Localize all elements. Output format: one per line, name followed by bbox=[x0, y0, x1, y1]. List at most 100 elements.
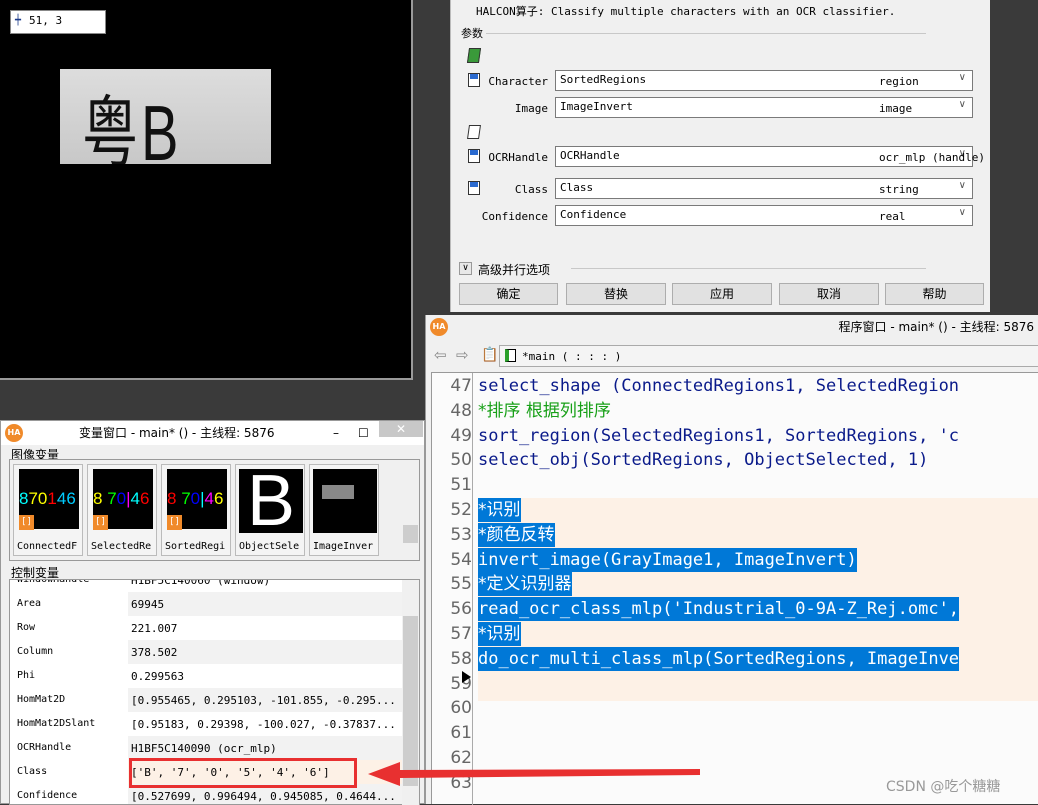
code-line[interactable]: *排序 根据列排序 bbox=[478, 399, 611, 423]
variable-value: 0.299563 bbox=[128, 664, 402, 688]
variable-row[interactable]: Area 69945 bbox=[10, 592, 402, 616]
operator-description: HALCON算子: Classify multiple characters w… bbox=[476, 5, 896, 18]
advanced-options-label: 高级并行选项 bbox=[478, 263, 551, 277]
line-number: 49 bbox=[450, 425, 472, 446]
param-label: Class bbox=[514, 183, 548, 196]
expand-toggle[interactable]: ∨ bbox=[459, 262, 472, 275]
variable-row[interactable]: WindowHandle H1BF5C140060 (window) bbox=[10, 579, 402, 592]
red-arrow-icon bbox=[368, 762, 700, 786]
code-line[interactable]: *定义识别器 bbox=[478, 572, 572, 597]
variable-window: HA 变量窗口 - main* () - 主线程: 5876 – ☐ ✕ 图像变… bbox=[0, 420, 425, 805]
code-line[interactable]: *识别 bbox=[478, 622, 521, 646]
halcon-logo: HA bbox=[430, 318, 448, 336]
procedure-icon bbox=[505, 349, 516, 362]
back-arrow-icon[interactable]: ⇦ bbox=[434, 346, 447, 364]
close-icon[interactable]: ✕ bbox=[379, 421, 423, 437]
param-type: string bbox=[879, 183, 919, 196]
line-number: 58 bbox=[450, 648, 472, 669]
thumbnail-selectedregions[interactable]: 8 70|46[] SelectedRe bbox=[87, 464, 157, 556]
code-editor[interactable]: 47 select_shape (ConnectedRegions1, Selec… bbox=[431, 372, 1038, 805]
line-number: 47 bbox=[450, 376, 472, 396]
line-number: 50 bbox=[450, 450, 472, 471]
variable-value: 378.502 bbox=[128, 640, 402, 664]
code-line[interactable]: *识别 bbox=[478, 498, 521, 522]
chevron-down-icon: ∨ bbox=[958, 207, 966, 218]
chevron-down-icon: ∨ bbox=[958, 72, 966, 83]
title-bar: HA 程序窗口 - main* () - 主线程: 5876 bbox=[426, 315, 1038, 339]
thumbnail-imageinvert[interactable]: ImageInver bbox=[309, 464, 379, 556]
variable-row[interactable]: Phi 0.299563 bbox=[10, 664, 402, 688]
variable-value: 221.007 bbox=[128, 616, 402, 640]
variable-name: Confidence bbox=[17, 790, 78, 801]
code-line[interactable]: *颜色反转 bbox=[478, 522, 555, 547]
variable-row[interactable]: OCRHandle H1BF5C140090 (ocr_mlp) bbox=[10, 736, 402, 760]
minimize-icon[interactable]: – bbox=[333, 421, 339, 445]
variable-name: Phi bbox=[17, 670, 36, 681]
code-line[interactable]: do_ocr_multi_class_mlp(SortedRegions, Im… bbox=[478, 646, 960, 671]
variable-row[interactable]: Column 378.502 bbox=[10, 640, 402, 664]
chevron-down-icon: ∨ bbox=[958, 99, 966, 110]
thumbnail-objectselected[interactable]: B ObjectSele bbox=[235, 464, 305, 556]
procedure-selector[interactable]: *main ( : : : ) bbox=[499, 345, 1038, 367]
variable-name: Column bbox=[17, 646, 54, 657]
thumbnail-sortedregions[interactable]: 8 70|46[] SortedRegi bbox=[161, 464, 231, 556]
maximize-icon[interactable]: ☐ bbox=[358, 421, 369, 445]
param-type: region bbox=[879, 75, 919, 88]
region-badge-icon: [] bbox=[93, 515, 108, 530]
forward-arrow-icon[interactable]: ⇨ bbox=[456, 346, 469, 364]
replace-button[interactable]: 替换 bbox=[566, 283, 666, 305]
variable-row[interactable]: HomMat2D [0.955465, 0.295103, -101.855, -… bbox=[10, 688, 402, 712]
params-group-label: 参数 bbox=[461, 27, 483, 40]
variable-value: [0.955465, 0.295103, -101.855, -0.295... bbox=[128, 688, 402, 712]
code-line[interactable]: sort_region(SelectedRegions1, SortedRegi… bbox=[478, 424, 959, 448]
help-button[interactable]: 帮助 bbox=[885, 283, 984, 305]
variable-name: Row bbox=[17, 622, 36, 633]
cancel-button[interactable]: 取消 bbox=[779, 283, 879, 305]
line-number: 48 bbox=[450, 400, 472, 421]
graphics-window[interactable]: ┿51, 3 粤B 70146 bbox=[0, 0, 413, 380]
annotation-arrow bbox=[368, 762, 700, 786]
license-plate-image: 粤B 70146 bbox=[60, 69, 271, 164]
chevron-down-icon: ∨ bbox=[958, 180, 966, 191]
control-params-icon bbox=[467, 125, 481, 139]
apply-button[interactable]: 应用 bbox=[672, 283, 772, 305]
code-line[interactable]: select_shape (ConnectedRegions1, Selecte… bbox=[478, 374, 959, 398]
thumbnail-connectedregions[interactable]: 870146[] ConnectedF bbox=[13, 464, 83, 556]
line-number: 60 bbox=[450, 698, 472, 719]
confidence-select[interactable]: Confidence ∨ bbox=[555, 205, 973, 226]
window-title: 程序窗口 - main* () - 主线程: 5876 bbox=[838, 320, 1034, 334]
variable-name: OCRHandle bbox=[17, 742, 72, 753]
variable-row[interactable]: HomMat2DSlant [0.95183, 0.29398, -100.027… bbox=[10, 712, 402, 736]
halcon-logo: HA bbox=[5, 424, 23, 442]
line-number: 54 bbox=[450, 549, 472, 570]
clipboard-icon[interactable]: 📋 bbox=[481, 347, 498, 363]
line-number: 53 bbox=[450, 524, 472, 545]
region-badge-icon: [] bbox=[19, 515, 34, 530]
code-line[interactable]: read_ocr_class_mlp('Industrial_0-9A-Z_Re… bbox=[478, 597, 960, 622]
watermark: CSDN @吃个糖糖 bbox=[886, 779, 1001, 795]
code-line[interactable]: select_obj(SortedRegions, ObjectSelected… bbox=[478, 448, 928, 472]
variable-value: [0.95183, 0.29398, -100.027, -0.37837... bbox=[128, 712, 402, 736]
title-bar: HA 变量窗口 - main* () - 主线程: 5876 – ☐ ✕ bbox=[1, 421, 424, 445]
variable-name: Area bbox=[17, 598, 42, 609]
code-line[interactable]: invert_image(GrayImage1, ImageInvert) bbox=[478, 547, 857, 572]
param-label: Character bbox=[488, 75, 548, 88]
output-control-icon bbox=[468, 181, 480, 195]
variable-name: WindowHandle bbox=[17, 579, 90, 585]
variable-name: HomMat2DSlant bbox=[17, 718, 96, 729]
line-number: 52 bbox=[450, 500, 472, 520]
input-object-icon bbox=[468, 73, 480, 87]
param-type: real bbox=[879, 210, 906, 223]
param-type: image bbox=[879, 102, 913, 115]
ok-button[interactable]: 确定 bbox=[459, 283, 558, 305]
window-title: 变量窗口 - main* () - 主线程: 5876 bbox=[79, 426, 275, 440]
variable-row[interactable]: Row 221.007 bbox=[10, 616, 402, 640]
crosshair-icon: ┿ bbox=[15, 15, 22, 26]
line-number: 61 bbox=[450, 723, 472, 744]
variable-value: 69945 bbox=[128, 592, 402, 616]
iconic-scrollbar[interactable] bbox=[402, 461, 419, 560]
line-number: 57 bbox=[450, 624, 472, 644]
coordinate-readout: ┿ 51, 3 bbox=[10, 10, 106, 34]
line-number: 56 bbox=[450, 599, 472, 620]
param-label: OCRHandle bbox=[488, 151, 548, 164]
